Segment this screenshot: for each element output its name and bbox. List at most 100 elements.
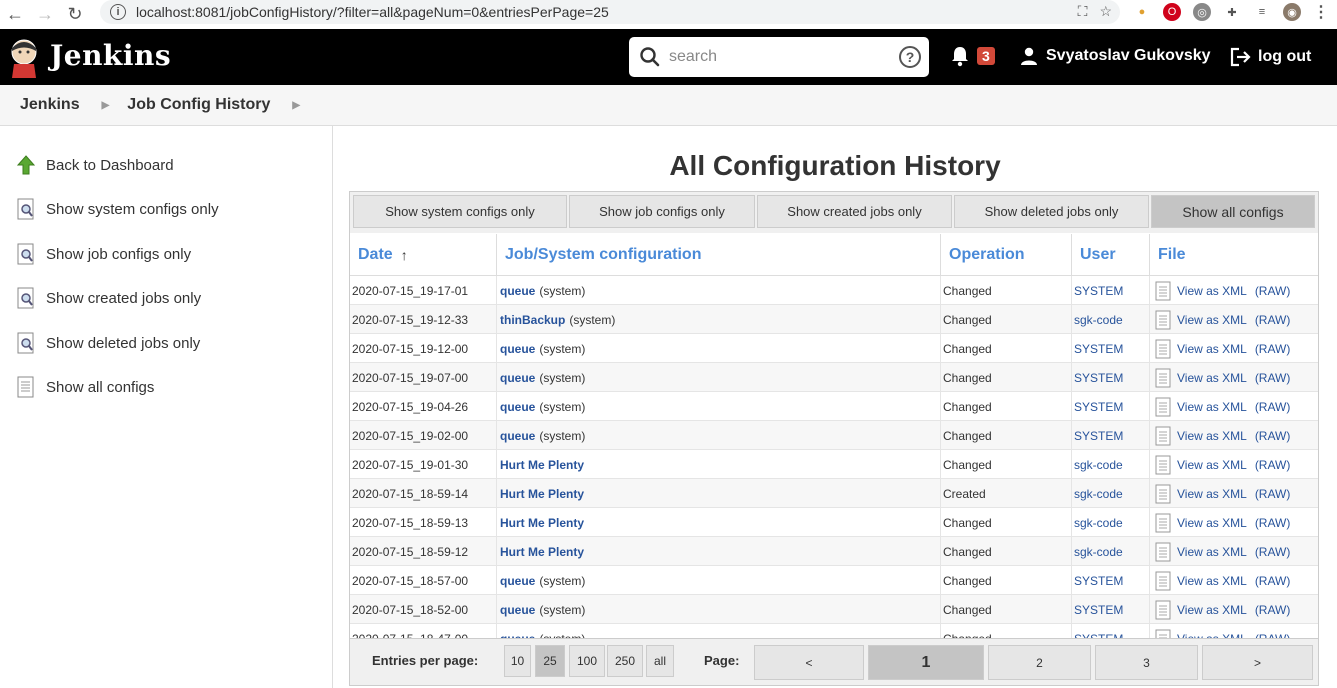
- user-menu[interactable]: Svyatoslav Gukovsky: [1020, 47, 1211, 65]
- raw-link[interactable]: (RAW): [1255, 487, 1291, 501]
- config-link[interactable]: Hurt Me Plenty: [500, 458, 584, 472]
- user-link[interactable]: SYSTEM: [1074, 400, 1123, 414]
- raw-link[interactable]: (RAW): [1255, 603, 1291, 617]
- raw-link[interactable]: (RAW): [1255, 400, 1291, 414]
- entries-option-250[interactable]: 250: [607, 645, 643, 677]
- raw-link[interactable]: (RAW): [1255, 458, 1291, 472]
- reload-icon[interactable]: ↻: [60, 0, 90, 29]
- breadcrumb-separator-icon[interactable]: ▶: [292, 100, 300, 111]
- raw-link[interactable]: (RAW): [1255, 284, 1291, 298]
- breadcrumb-jenkins[interactable]: Jenkins: [20, 96, 80, 114]
- view-xml-link[interactable]: View as XML: [1177, 429, 1247, 443]
- sidebar-item-system-configs[interactable]: Show system configs only: [16, 198, 219, 220]
- raw-link[interactable]: (RAW): [1255, 516, 1291, 530]
- sidebar-item-job-configs[interactable]: Show job configs only: [16, 243, 191, 265]
- view-xml-link[interactable]: View as XML: [1177, 545, 1247, 559]
- puzzle-icon[interactable]: ✚: [1223, 3, 1241, 21]
- user-link[interactable]: sgk-code: [1074, 545, 1123, 559]
- view-xml-link[interactable]: View as XML: [1177, 284, 1247, 298]
- column-header-file[interactable]: File: [1149, 234, 1318, 276]
- breadcrumb-job-config-history[interactable]: Job Config History: [127, 96, 270, 114]
- bookmark-star-icon[interactable]: ☆: [1099, 3, 1112, 20]
- page-next-button[interactable]: >: [1202, 645, 1313, 680]
- user-link[interactable]: sgk-code: [1074, 516, 1123, 530]
- translate-icon[interactable]: ⛶: [1078, 3, 1088, 20]
- jenkins-logo-icon[interactable]: [8, 38, 40, 78]
- view-xml-link[interactable]: View as XML: [1177, 574, 1247, 588]
- config-link[interactable]: queue: [500, 574, 535, 588]
- column-header-configuration[interactable]: Job/System configuration: [496, 234, 940, 276]
- info-icon[interactable]: i: [110, 4, 126, 20]
- help-icon[interactable]: ?: [899, 46, 921, 68]
- sidebar-item-back-to-dashboard[interactable]: Back to Dashboard: [16, 154, 174, 176]
- entries-option-25[interactable]: 25: [535, 645, 565, 677]
- column-header-operation[interactable]: Operation: [940, 234, 1071, 276]
- breadcrumb-separator-icon[interactable]: ▶: [102, 100, 110, 111]
- avatar[interactable]: ◉: [1283, 3, 1301, 21]
- menu-dots-icon[interactable]: ⋮: [1313, 2, 1329, 22]
- config-link[interactable]: queue: [500, 400, 535, 414]
- entries-option-100[interactable]: 100: [569, 645, 605, 677]
- entries-option-all[interactable]: all: [646, 645, 674, 677]
- column-header-user[interactable]: User: [1071, 234, 1149, 276]
- media-icon[interactable]: ≡: [1253, 3, 1271, 21]
- config-link[interactable]: queue: [500, 603, 535, 617]
- forward-arrow-icon[interactable]: →: [30, 0, 60, 29]
- page-3-button[interactable]: 3: [1095, 645, 1198, 680]
- extension-icon-2[interactable]: ◎: [1193, 3, 1211, 21]
- view-xml-link[interactable]: View as XML: [1177, 603, 1247, 617]
- user-link[interactable]: SYSTEM: [1074, 603, 1123, 617]
- logout-link[interactable]: log out: [1230, 47, 1311, 67]
- view-xml-link[interactable]: View as XML: [1177, 516, 1247, 530]
- view-xml-link[interactable]: View as XML: [1177, 458, 1247, 472]
- filter-job-configs-button[interactable]: Show job configs only: [569, 195, 755, 228]
- user-link[interactable]: sgk-code: [1074, 313, 1123, 327]
- user-link[interactable]: sgk-code: [1074, 458, 1123, 472]
- config-link[interactable]: Hurt Me Plenty: [500, 516, 584, 530]
- search-input[interactable]: [669, 48, 889, 66]
- user-link[interactable]: SYSTEM: [1074, 429, 1123, 443]
- address-bar[interactable]: i localhost:8081/jobConfigHistory/?filte…: [100, 0, 1120, 24]
- raw-link[interactable]: (RAW): [1255, 371, 1291, 385]
- user-link[interactable]: SYSTEM: [1074, 284, 1123, 298]
- raw-link[interactable]: (RAW): [1255, 313, 1291, 327]
- extension-icon-1[interactable]: ●: [1133, 3, 1151, 21]
- config-link[interactable]: queue: [500, 284, 535, 298]
- brand-title[interactable]: Jenkins: [50, 39, 171, 72]
- config-link[interactable]: thinBackup: [500, 313, 565, 327]
- config-link[interactable]: queue: [500, 371, 535, 385]
- config-link[interactable]: queue: [500, 429, 535, 443]
- user-link[interactable]: SYSTEM: [1074, 342, 1123, 356]
- user-link[interactable]: SYSTEM: [1074, 574, 1123, 588]
- view-xml-link[interactable]: View as XML: [1177, 371, 1247, 385]
- sidebar-item-deleted-jobs[interactable]: Show deleted jobs only: [16, 332, 200, 354]
- filter-deleted-jobs-button[interactable]: Show deleted jobs only: [954, 195, 1149, 228]
- raw-link[interactable]: (RAW): [1255, 342, 1291, 356]
- column-header-date[interactable]: Date ↑: [350, 234, 496, 276]
- entries-option-10[interactable]: 10: [504, 645, 531, 677]
- raw-link[interactable]: (RAW): [1255, 545, 1291, 559]
- sidebar-item-created-jobs[interactable]: Show created jobs only: [16, 287, 201, 309]
- filter-created-jobs-button[interactable]: Show created jobs only: [757, 195, 952, 228]
- user-link[interactable]: SYSTEM: [1074, 371, 1123, 385]
- raw-link[interactable]: (RAW): [1255, 574, 1291, 588]
- config-link[interactable]: Hurt Me Plenty: [500, 487, 584, 501]
- bell-icon[interactable]: [950, 45, 970, 67]
- back-arrow-icon[interactable]: ←: [0, 0, 30, 29]
- filter-all-configs-button[interactable]: Show all configs: [1151, 195, 1315, 228]
- raw-link[interactable]: (RAW): [1255, 429, 1291, 443]
- page-1-button[interactable]: 1: [868, 645, 984, 680]
- view-xml-link[interactable]: View as XML: [1177, 342, 1247, 356]
- view-xml-link[interactable]: View as XML: [1177, 313, 1247, 327]
- page-prev-button[interactable]: <: [754, 645, 864, 680]
- sidebar-item-all-configs[interactable]: Show all configs: [16, 376, 154, 398]
- config-link[interactable]: queue: [500, 342, 535, 356]
- filter-system-configs-button[interactable]: Show system configs only: [353, 195, 567, 228]
- user-link[interactable]: sgk-code: [1074, 487, 1123, 501]
- view-xml-link[interactable]: View as XML: [1177, 487, 1247, 501]
- notification-badge[interactable]: 3: [977, 47, 995, 65]
- page-2-button[interactable]: 2: [988, 645, 1091, 680]
- view-xml-link[interactable]: View as XML: [1177, 400, 1247, 414]
- opera-icon[interactable]: O: [1163, 3, 1181, 21]
- config-link[interactable]: Hurt Me Plenty: [500, 545, 584, 559]
